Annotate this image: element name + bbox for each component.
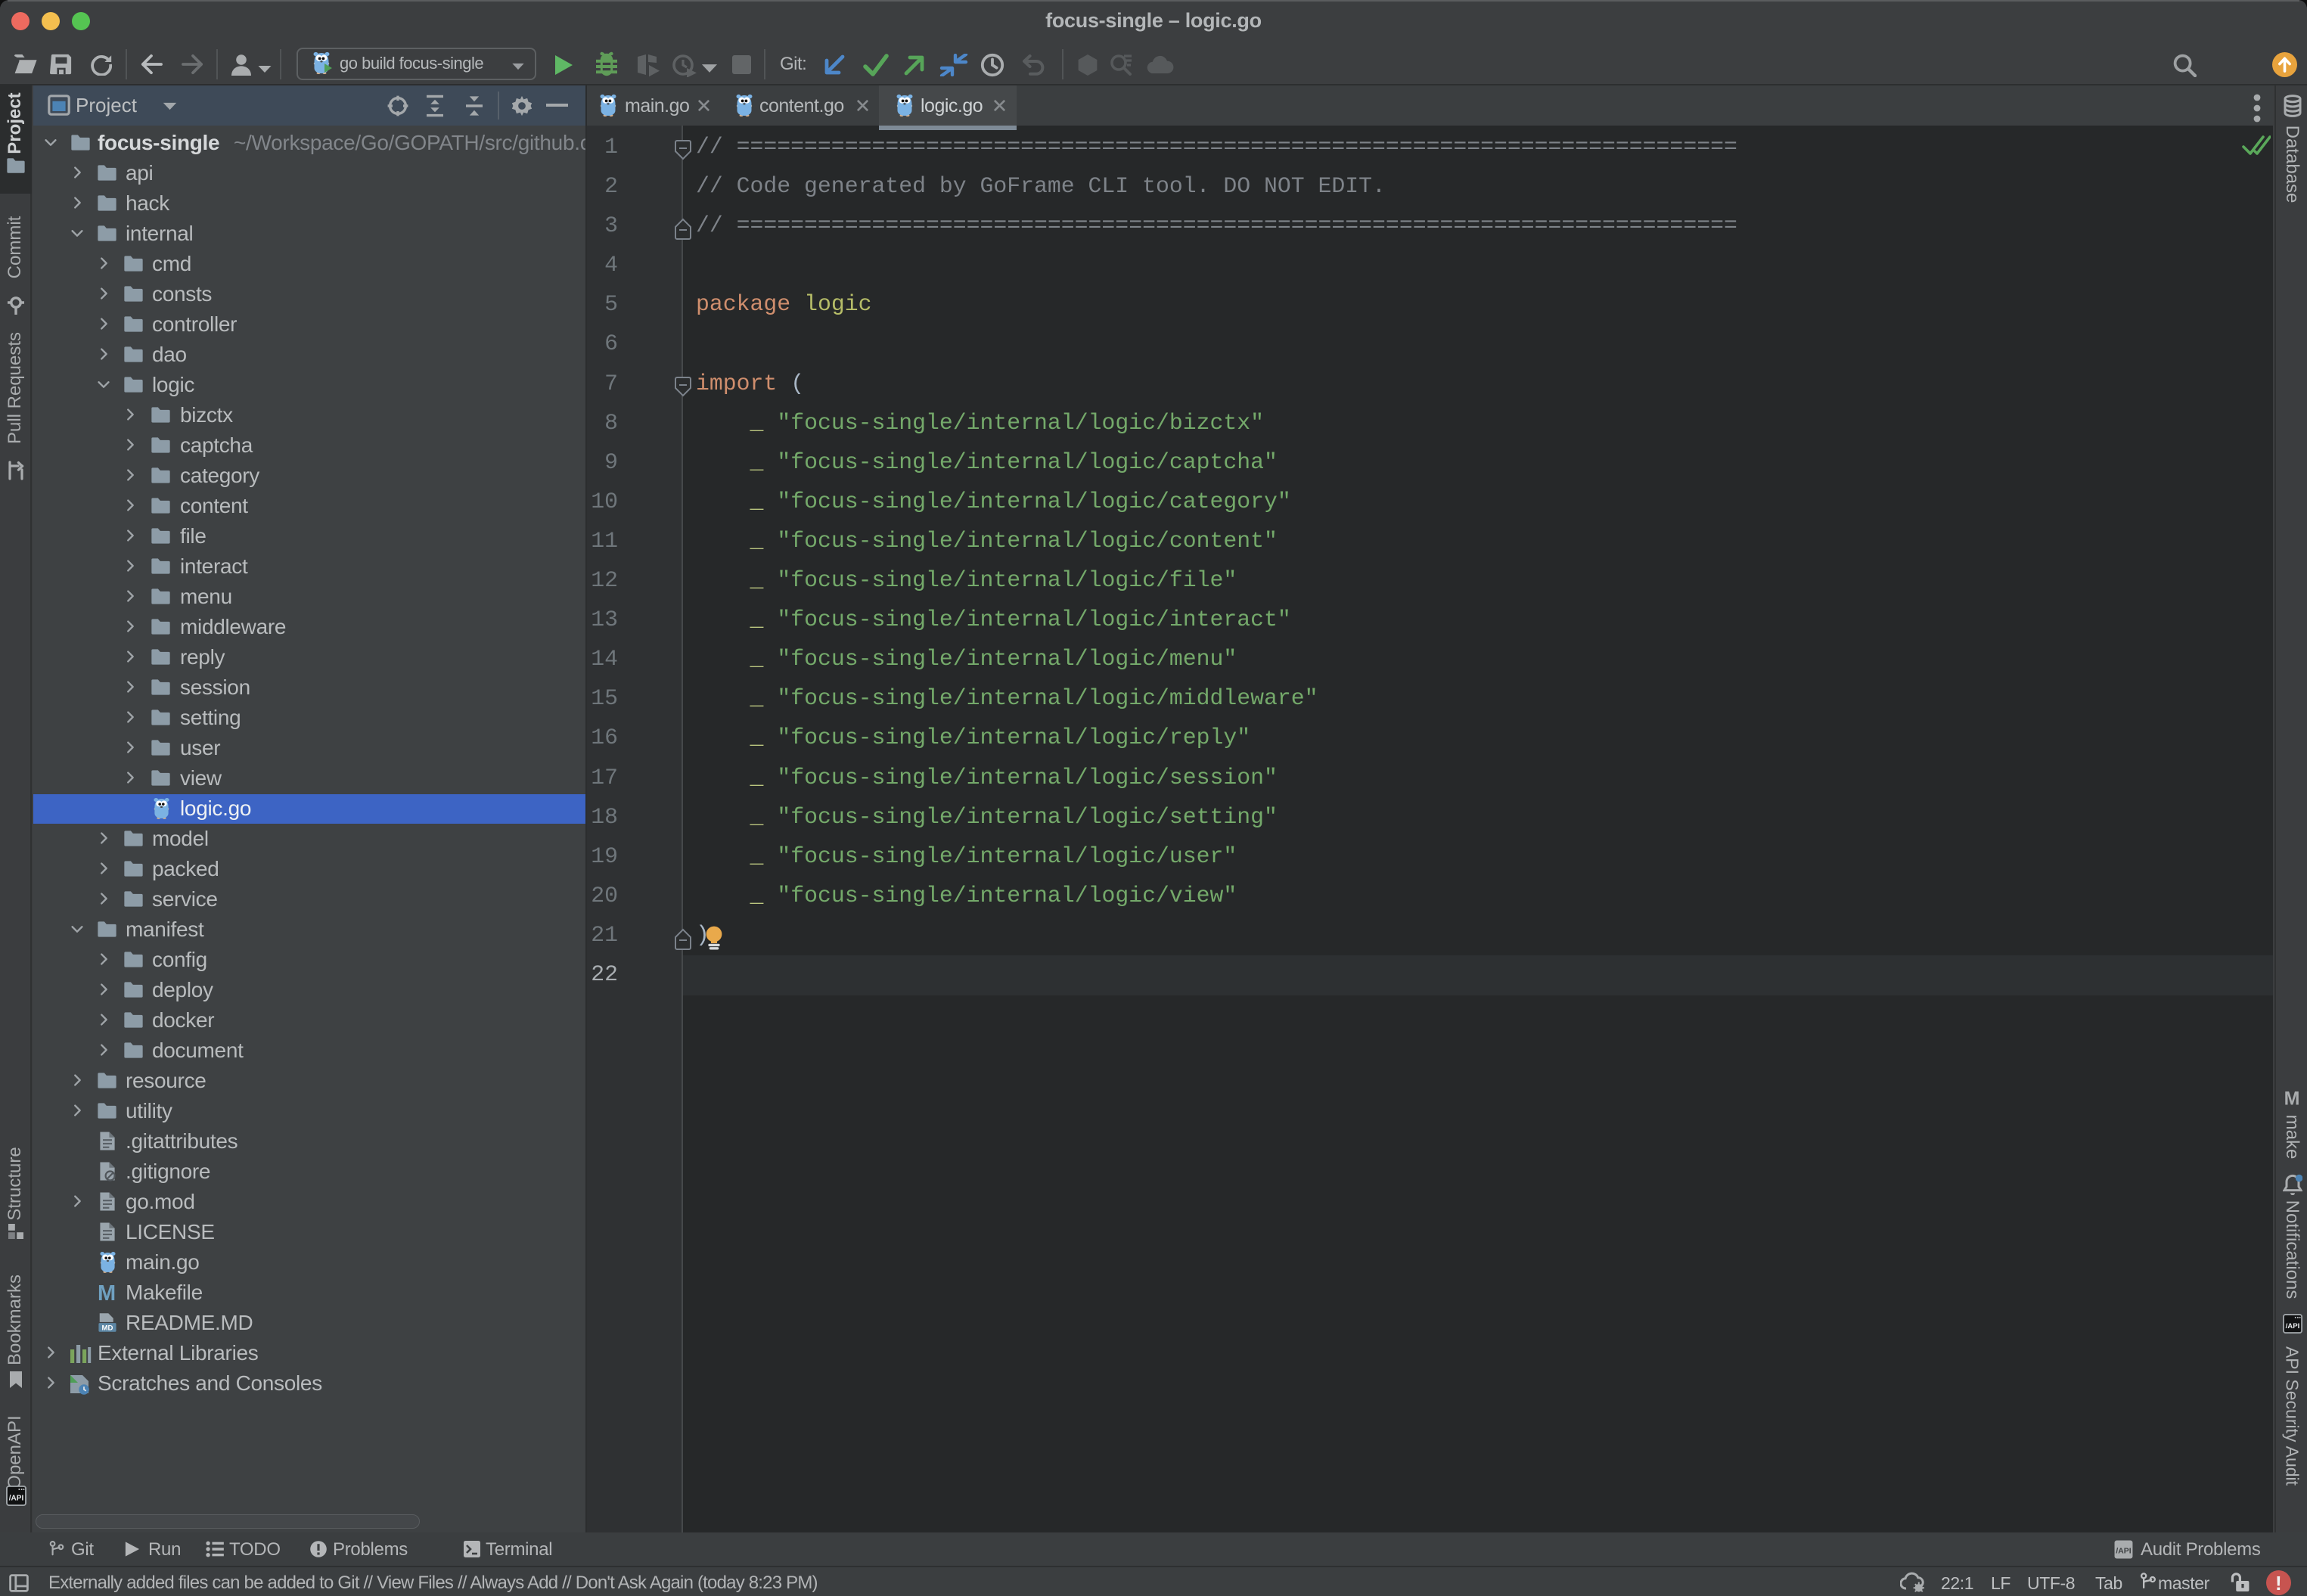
svg-text:/API: /API (2116, 1548, 2131, 1556)
svg-text:MD: MD (102, 1324, 113, 1333)
svg-text:/API: /API (9, 1495, 24, 1503)
svg-text:/API: /API (2286, 1322, 2300, 1331)
